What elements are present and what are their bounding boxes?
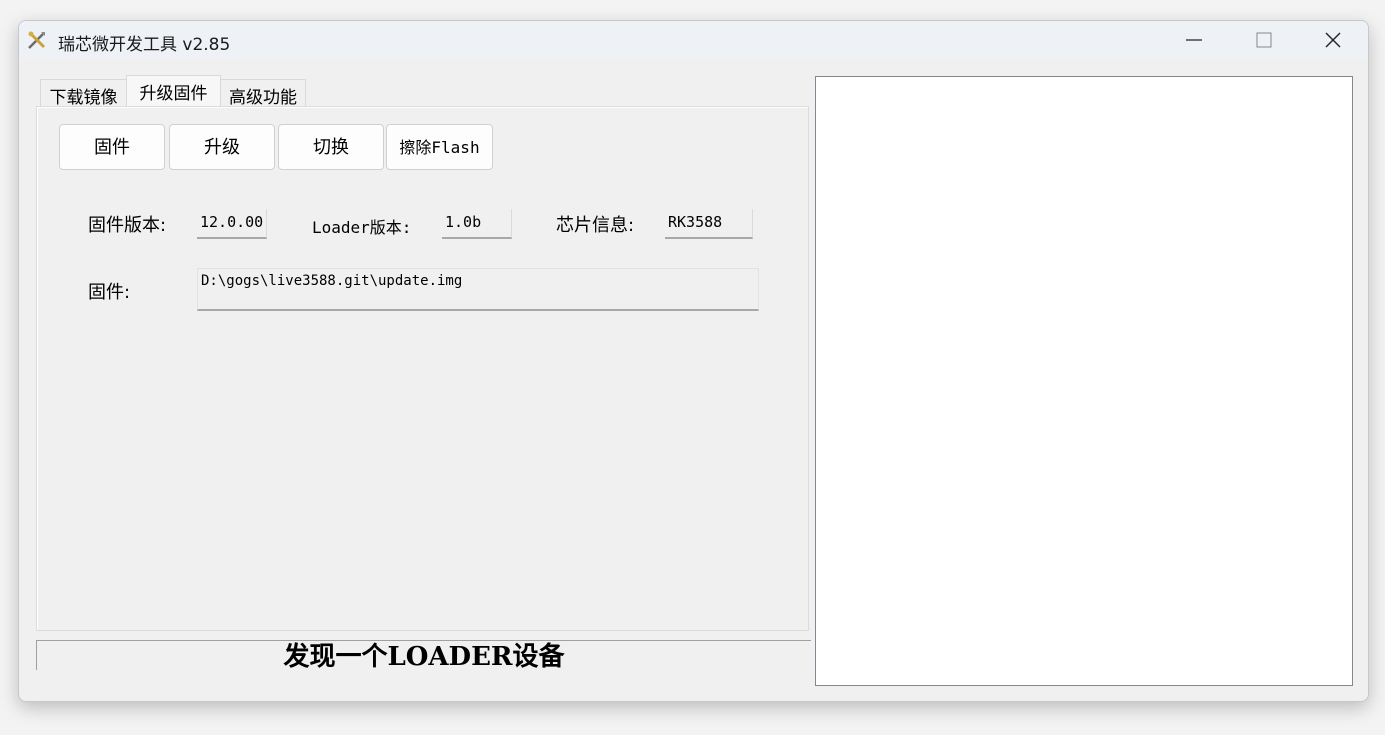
title-bar[interactable]: 瑞芯微开发工具 v2.85 <box>19 21 1368 59</box>
status-bar: 发现一个LOADER设备 <box>36 640 811 672</box>
minimize-icon <box>1186 39 1202 41</box>
firmware-version-label: 固件版本: <box>88 215 167 236</box>
chip-info-label: 芯片信息: <box>556 215 635 236</box>
minimize-button[interactable] <box>1171 21 1217 59</box>
app-window: 瑞芯微开发工具 v2.85 下载镜像 升级固件 高级功能 固件 升级 切换 擦除… <box>18 20 1369 702</box>
loader-version-label: Loader版本: <box>312 218 412 237</box>
firmware-path-field: D:\gogs\live3588.git\update.img <box>197 268 759 311</box>
switch-button[interactable]: 切换 <box>278 124 384 170</box>
chip-info-field: RK3588 <box>665 209 753 239</box>
loader-version-field: 1.0b <box>442 209 512 239</box>
firmware-button[interactable]: 固件 <box>59 124 165 170</box>
close-button[interactable] <box>1310 21 1356 59</box>
close-icon <box>1325 32 1341 48</box>
tools-icon <box>26 29 48 51</box>
maximize-button[interactable] <box>1241 21 1287 59</box>
firmware-path-label: 固件: <box>88 282 131 303</box>
upgrade-firmware-panel <box>36 106 809 631</box>
firmware-version-field: 12.0.00 <box>197 209 267 239</box>
window-title: 瑞芯微开发工具 v2.85 <box>58 35 231 55</box>
upgrade-button[interactable]: 升级 <box>169 124 275 170</box>
erase-flash-button[interactable]: 擦除Flash <box>386 124 493 170</box>
log-output-box[interactable] <box>815 76 1353 686</box>
status-text: 发现一个LOADER设备 <box>283 642 565 672</box>
maximize-icon <box>1256 32 1272 48</box>
